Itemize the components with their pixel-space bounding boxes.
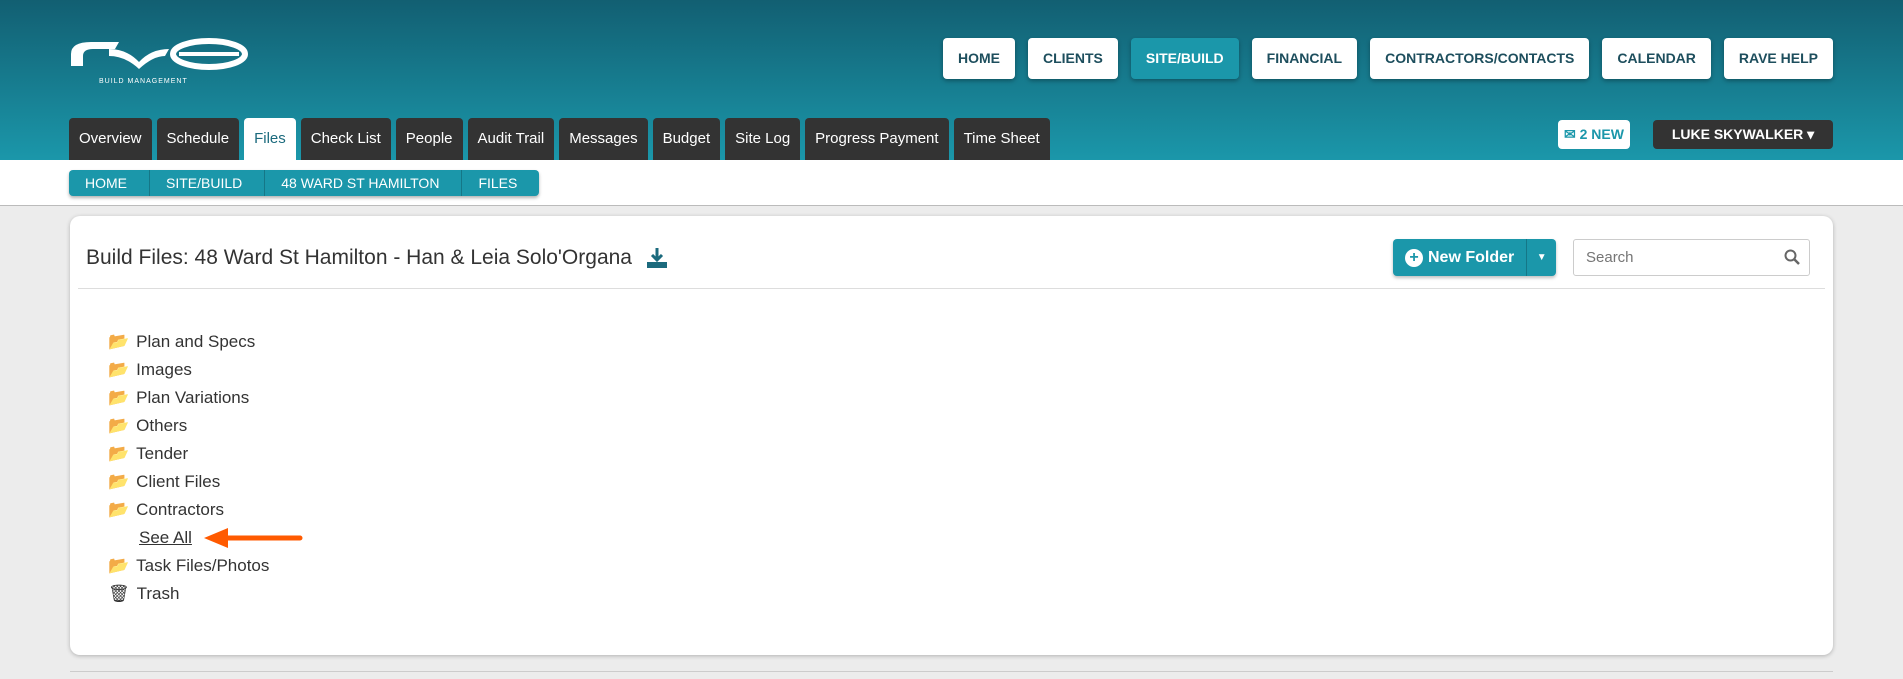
new-folder-dropdown[interactable]: ▼ (1526, 239, 1556, 276)
page-title: Build Files: 48 Ward St Hamilton - Han &… (86, 246, 632, 269)
breadcrumb: HOME SITE/BUILD 48 WARD ST HAMILTON FILE… (69, 170, 540, 196)
tab-time-sheet[interactable]: Time Sheet (953, 118, 1050, 160)
new-folder-button-group: + New Folder ▼ (1393, 239, 1557, 276)
search-field[interactable] (1573, 239, 1810, 276)
divider (78, 288, 1825, 289)
breadcrumb-bar: HOME SITE/BUILD 48 WARD ST HAMILTON FILE… (0, 160, 1903, 206)
nav-clients[interactable]: CLIENTS (1027, 38, 1118, 79)
plus-circle-icon: + (1405, 248, 1423, 267)
tab-messages[interactable]: Messages (559, 118, 648, 160)
nav-contractors-contacts[interactable]: CONTRACTORS/CONTACTS (1370, 38, 1590, 79)
folder-open-icon: 📂 (108, 500, 130, 519)
breadcrumb-address[interactable]: 48 WARD ST HAMILTON (265, 170, 463, 196)
divider (70, 671, 1833, 672)
breadcrumb-files[interactable]: FILES (462, 170, 539, 196)
breadcrumb-site-build[interactable]: SITE/BUILD (150, 170, 266, 196)
trash-folder[interactable]: 🗑 Trash (108, 580, 304, 608)
trash-icon: 🗑 (108, 584, 130, 603)
folder-images[interactable]: 📂 Images (108, 356, 304, 384)
search-input[interactable] (1586, 249, 1776, 266)
folder-open-icon: 📂 (108, 360, 130, 379)
tab-progress-payment[interactable]: Progress Payment (805, 118, 949, 160)
tabs: Overview Schedule Files Check List Peopl… (69, 118, 1050, 160)
new-folder-button[interactable]: + New Folder (1393, 239, 1526, 276)
folder-contractors[interactable]: 📂 Contractors (108, 496, 304, 524)
folder-open-icon: 📂 (108, 472, 130, 491)
files-card: Build Files: 48 Ward St Hamilton - Han &… (70, 216, 1833, 655)
nav-calendar[interactable]: CALENDAR (1602, 38, 1711, 79)
folder-plan-variations[interactable]: 📂 Plan Variations (108, 384, 304, 412)
tab-check-list[interactable]: Check List (300, 118, 391, 160)
envelope-icon: ✉ (1564, 126, 1576, 142)
tab-site-log[interactable]: Site Log (725, 118, 801, 160)
folder-others[interactable]: 📂 Others (108, 412, 304, 440)
download-icon[interactable] (646, 247, 668, 269)
arrow-left-annotation (203, 528, 303, 548)
messages-button[interactable]: ✉ 2 NEW (1558, 120, 1630, 149)
rave-logo[interactable]: BUILD MANAGEMENT (69, 36, 249, 90)
folder-open-icon: 📂 (108, 332, 130, 351)
folder-list: 📂 Plan and Specs 📂 Images 📂 Plan Variations… (108, 328, 304, 608)
folder-client-files[interactable]: 📂 Client Files (108, 468, 304, 496)
nav-financial[interactable]: FINANCIAL (1251, 38, 1358, 79)
folder-open-icon: 📂 (108, 416, 130, 435)
folder-open-icon: 📂 (108, 388, 130, 407)
folder-tender[interactable]: 📂 Tender (108, 440, 304, 468)
see-all-link[interactable]: See All (139, 524, 304, 552)
tab-schedule[interactable]: Schedule (156, 118, 240, 160)
folder-open-icon: 📂 (108, 556, 130, 575)
folder-open-icon: 📂 (108, 444, 130, 463)
nav-rave-help[interactable]: RAVE HELP (1723, 38, 1833, 79)
user-menu[interactable]: LUKE SKYWALKER ▾ (1653, 120, 1833, 149)
folder-plan-and-specs[interactable]: 📂 Plan and Specs (108, 328, 304, 356)
svg-text:BUILD MANAGEMENT: BUILD MANAGEMENT (99, 78, 188, 85)
folder-task-files-photos[interactable]: 📂 Task Files/Photos (108, 552, 304, 580)
breadcrumb-home[interactable]: HOME (69, 170, 150, 196)
tab-budget[interactable]: Budget (652, 118, 721, 160)
search-icon[interactable] (1784, 249, 1800, 265)
nav-home[interactable]: HOME (942, 38, 1015, 79)
tab-overview[interactable]: Overview (69, 118, 152, 160)
page-title-row: Build Files: 48 Ward St Hamilton - Han &… (86, 246, 668, 270)
header: BUILD MANAGEMENT HOME CLIENTS SITE/BUILD… (0, 0, 1903, 160)
main-nav: HOME CLIENTS SITE/BUILD FINANCIAL CONTRA… (942, 38, 1833, 79)
caret-down-icon: ▾ (1807, 126, 1815, 142)
nav-site-build[interactable]: SITE/BUILD (1130, 38, 1239, 79)
tab-audit-trail[interactable]: Audit Trail (467, 118, 555, 160)
tab-people[interactable]: People (395, 118, 463, 160)
tab-files[interactable]: Files (244, 118, 296, 160)
